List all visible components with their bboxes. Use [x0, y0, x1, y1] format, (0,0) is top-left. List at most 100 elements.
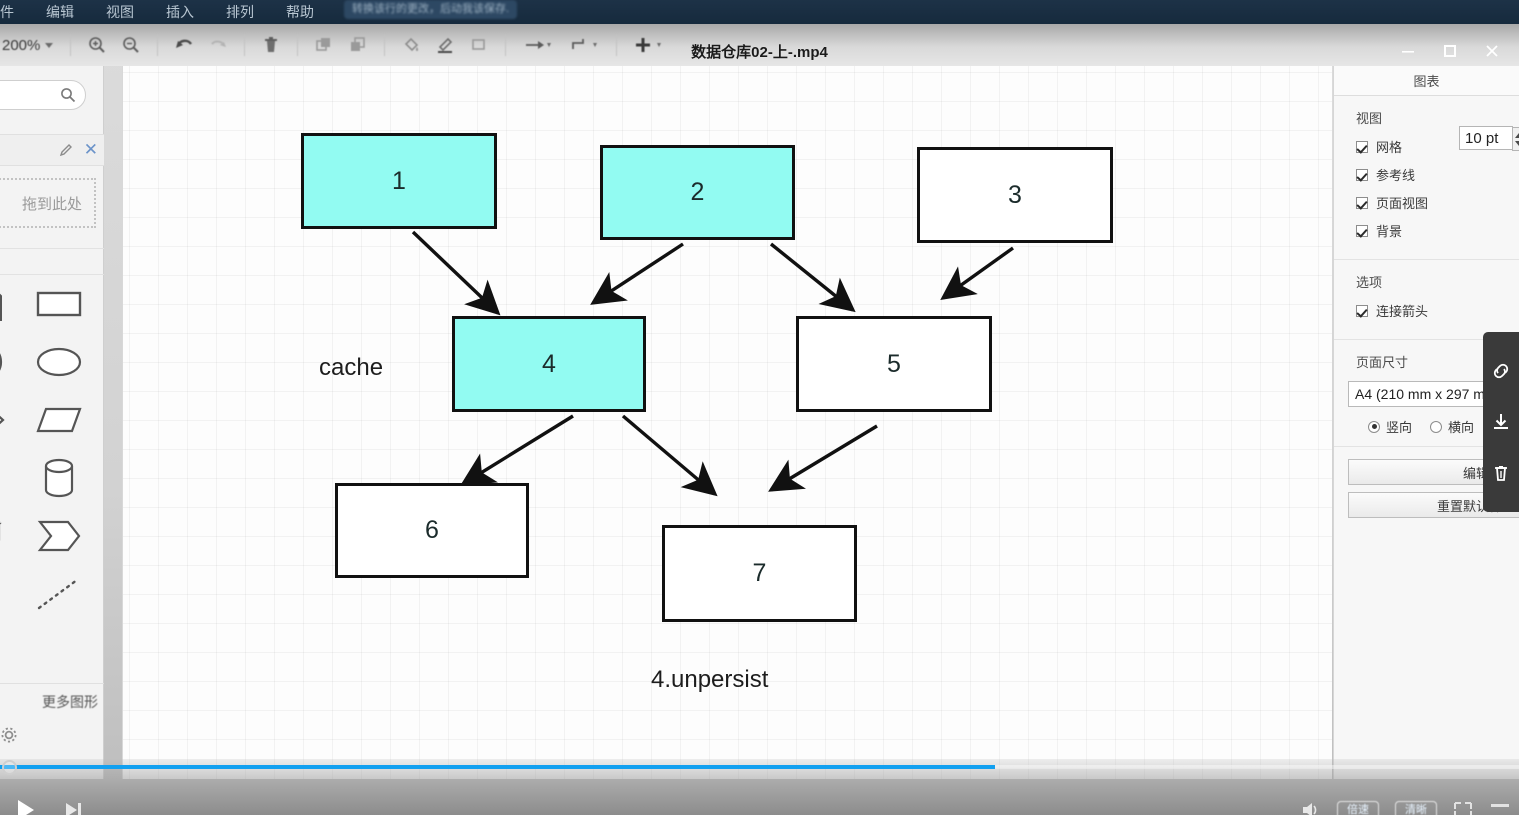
fullscreen-icon[interactable]: [1489, 800, 1511, 815]
video-player-controls: 倍速 清晰: [0, 759, 1519, 815]
shape-grid: [0, 281, 106, 675]
toolbar-divider: [297, 34, 299, 56]
menu-item-arrange[interactable]: 排列: [210, 0, 270, 24]
page-view-label: 页面视图: [1376, 196, 1429, 211]
waypoints-icon[interactable]: [561, 30, 607, 60]
to-front-icon[interactable]: [307, 30, 341, 60]
theater-icon[interactable]: [1453, 800, 1473, 815]
guides-checkbox[interactable]: [1356, 168, 1368, 181]
node-1[interactable]: 1: [301, 133, 497, 229]
node-5[interactable]: 5: [796, 316, 992, 412]
parallelogram-shape[interactable]: [32, 397, 86, 443]
chevron-shape[interactable]: [32, 513, 86, 559]
node-4[interactable]: 4: [452, 316, 646, 412]
options-section-title: 选项: [1356, 275, 1383, 290]
cache-label[interactable]: cache: [319, 354, 383, 382]
grid-size-input[interactable]: 10 pt: [1459, 126, 1519, 151]
unpersist-label[interactable]: 4.unpersist: [651, 666, 768, 694]
node-7[interactable]: 7: [662, 525, 857, 622]
redo-icon[interactable]: [201, 30, 235, 60]
view-section: 视图 网格 参考线 页面视图 背景 10 pt: [1334, 96, 1519, 260]
grid-label: 网格: [1376, 140, 1403, 155]
zoom-in-icon[interactable]: [80, 30, 114, 60]
progress-bar-handle[interactable]: [2, 760, 18, 775]
next-icon[interactable]: [62, 799, 84, 815]
shadow-icon[interactable]: [462, 30, 496, 60]
arrow-line-2[interactable]: [0, 629, 10, 675]
undo-icon[interactable]: [167, 30, 201, 60]
circle-shape[interactable]: [0, 339, 10, 385]
node-3[interactable]: 3: [917, 147, 1113, 243]
scratchpad-dropzone[interactable]: 拖到此处: [0, 178, 96, 228]
portrait-radio-row[interactable]: 竖向: [1368, 417, 1412, 436]
trash-icon[interactable]: [1490, 462, 1512, 484]
app-toolbar: 200%: [0, 26, 1519, 64]
search-input[interactable]: [0, 80, 86, 110]
screen-root: 文件 编辑 视图 插入 排列 帮助 转换该行的更改，后动我该保存. 数据仓库02…: [0, 0, 1519, 815]
paper-size-value: A4 (210 mm x 297 mm): [1355, 386, 1502, 402]
ellipse-shape[interactable]: [32, 339, 86, 385]
speed-chip[interactable]: 倍速: [1337, 800, 1379, 815]
guides-checkbox-row[interactable]: 参考线: [1356, 165, 1507, 184]
page-view-checkbox[interactable]: [1356, 196, 1368, 209]
stepper-down-icon[interactable]: [1514, 140, 1519, 146]
node-6[interactable]: 6: [335, 483, 529, 578]
connection-arrows-label: 连接箭头: [1376, 304, 1429, 319]
arrow-right-shape[interactable]: [0, 455, 10, 501]
document-shape[interactable]: [0, 281, 10, 327]
insert-icon[interactable]: [626, 30, 672, 60]
toolbar-divider: [70, 34, 72, 56]
grid-size-stepper[interactable]: [1512, 127, 1519, 151]
guides-label: 参考线: [1376, 168, 1416, 183]
connection-arrows-checkbox-row[interactable]: 连接箭头: [1356, 301, 1507, 320]
tab-diagram[interactable]: 图表: [1403, 71, 1449, 90]
zoom-out-icon[interactable]: [114, 30, 148, 60]
page-view-checkbox-row[interactable]: 页面视图: [1356, 193, 1507, 212]
portrait-radio[interactable]: [1368, 420, 1380, 433]
cube-shape[interactable]: [0, 513, 10, 559]
menu-item-file[interactable]: 文件: [0, 0, 30, 24]
close-icon[interactable]: ✕: [84, 140, 98, 160]
stepper-up-icon[interactable]: [1514, 132, 1519, 138]
diagram-canvas[interactable]: 1 2 3 4 5 6 7 cache 4.unpersist: [122, 66, 1332, 779]
zoom-level-dropdown[interactable]: 200%: [0, 37, 61, 54]
panel-divider: [0, 248, 104, 249]
diagram-content: 1 2 3 4 5 6 7 cache 4.unpersist: [123, 66, 1332, 779]
cylinder-shape[interactable]: [32, 455, 86, 501]
landscape-radio[interactable]: [1430, 420, 1443, 433]
progress-bar-track[interactable]: [0, 760, 1519, 775]
rectangle-shape[interactable]: [32, 281, 86, 327]
menu-item-edit[interactable]: 编辑: [30, 0, 90, 24]
quality-chip[interactable]: 清晰: [1395, 800, 1437, 815]
share-link-icon[interactable]: [1490, 360, 1512, 382]
menu-item-insert[interactable]: 插入: [150, 0, 210, 24]
arrow-line[interactable]: [0, 571, 10, 617]
background-checkbox[interactable]: [1356, 224, 1368, 237]
play-icon[interactable]: [12, 797, 38, 815]
zoom-level-label: 200%: [2, 36, 41, 54]
line-color-icon[interactable]: [428, 30, 462, 60]
delete-icon[interactable]: [254, 30, 288, 60]
grid-checkbox[interactable]: [1356, 140, 1368, 153]
volume-icon[interactable]: [1299, 799, 1321, 815]
download-icon[interactable]: [1490, 411, 1512, 433]
connection-arrows-icon[interactable]: [515, 30, 561, 60]
dashed-line[interactable]: [32, 571, 86, 617]
node-6-label: 6: [425, 516, 439, 544]
gear-icon[interactable]: [0, 726, 104, 749]
background-checkbox-row[interactable]: 背景: [1356, 221, 1507, 240]
connection-arrows-checkbox[interactable]: [1356, 304, 1368, 317]
node-1-label: 1: [392, 166, 406, 195]
diamond-shape[interactable]: [0, 397, 10, 443]
menu-item-help[interactable]: 帮助: [270, 0, 330, 24]
to-back-icon[interactable]: [341, 30, 375, 60]
more-shapes-label[interactable]: 更多图形: [0, 692, 104, 712]
fill-color-icon[interactable]: [394, 30, 428, 60]
menu-bar: 文件 编辑 视图 插入 排列 帮助 转换该行的更改，后动我该保存.: [0, 0, 1519, 24]
shape-panel: ✕ 拖到此处 更多图形: [0, 66, 104, 779]
node-2[interactable]: 2: [600, 145, 795, 240]
menu-item-view[interactable]: 视图: [90, 0, 150, 24]
pencil-icon[interactable]: [58, 142, 74, 163]
view-section-title: 视图: [1356, 111, 1383, 126]
landscape-radio-row[interactable]: 横向: [1430, 417, 1474, 436]
